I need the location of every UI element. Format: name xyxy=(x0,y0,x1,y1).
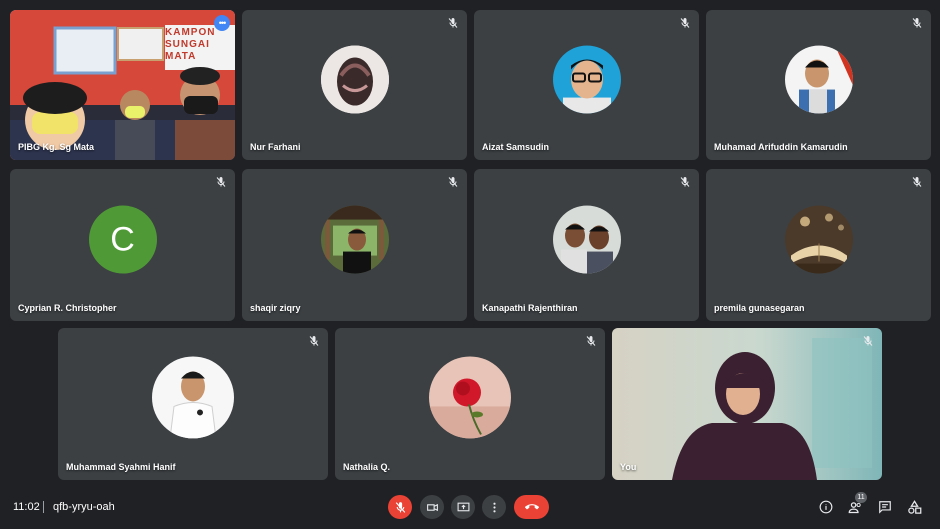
activities-button[interactable] xyxy=(906,499,922,515)
participant-name: Muhamad Arifuddin Kamarudin xyxy=(714,142,848,152)
participant-name: Nathalia Q. xyxy=(343,462,391,472)
participant-name: shaqir ziqry xyxy=(250,303,301,313)
mic-off-icon xyxy=(912,18,922,28)
sign-text: KAMPON SUNGAI MATA xyxy=(165,27,216,62)
avatar xyxy=(784,45,853,114)
mic-off-icon xyxy=(680,18,690,28)
participant-name: Nur Farhani xyxy=(250,142,301,152)
avatar xyxy=(552,45,621,114)
mic-off-icon xyxy=(863,336,873,346)
camera-toggle-button[interactable] xyxy=(420,495,444,519)
more-vert-icon xyxy=(492,502,496,512)
participant-tile-shaqir[interactable]: shaqir ziqry xyxy=(242,169,467,321)
self-video xyxy=(612,328,882,480)
meeting-details-button[interactable] xyxy=(818,499,834,515)
participant-tile-aizat[interactable]: Aizat Samsudin xyxy=(474,10,699,160)
avatar xyxy=(429,356,511,439)
meeting-time: 11:02 xyxy=(13,501,40,513)
participant-name: Cyprian R. Christopher xyxy=(18,303,117,313)
call-end-icon xyxy=(524,504,539,510)
avatar xyxy=(320,45,389,114)
divider xyxy=(43,501,44,513)
info-icon xyxy=(819,500,833,514)
participant-tile-self[interactable]: You xyxy=(612,328,882,480)
participant-name: Aizat Samsudin xyxy=(482,142,550,152)
participant-name: PIBG Kg. Sg Mata xyxy=(18,142,95,152)
meeting-code: qfb-yryu-oah xyxy=(53,501,115,513)
chat-icon xyxy=(879,501,891,514)
mic-off-icon xyxy=(395,501,405,513)
mic-off-icon xyxy=(680,177,690,187)
avatar xyxy=(320,205,389,274)
camera-icon xyxy=(426,503,438,511)
end-call-button[interactable] xyxy=(514,495,549,519)
mic-off-icon xyxy=(912,177,922,187)
mic-off-icon xyxy=(586,336,596,346)
participant-tile-syahmi[interactable]: Muhammad Syahmi Hanif xyxy=(58,328,328,480)
participant-tile-pibg[interactable]: KAMPON SUNGAI MATA ••• PIBG Kg. Sg Mata xyxy=(10,10,235,160)
control-bar: 11:02 qfb-yryu-oah 11 xyxy=(0,483,940,529)
avatar xyxy=(552,205,621,274)
participant-name: You xyxy=(620,462,637,472)
mic-off-icon xyxy=(448,18,458,28)
mic-off-icon xyxy=(216,177,226,187)
participant-tile-premila[interactable]: premila gunasegaran xyxy=(706,169,931,321)
activities-icon xyxy=(907,499,921,514)
participant-name: Kanapathi Rajenthiran xyxy=(482,303,578,313)
mic-off-icon xyxy=(448,177,458,187)
present-button[interactable] xyxy=(451,495,475,519)
mic-toggle-button[interactable] xyxy=(388,495,412,519)
avatar xyxy=(784,205,853,274)
participant-tile-nathalia[interactable]: Nathalia Q. xyxy=(335,328,605,480)
participant-tile-cyprian[interactable]: C Cyprian R. Christopher xyxy=(10,169,235,321)
participant-tile-nur-farhani[interactable]: Nur Farhani xyxy=(242,10,467,160)
chat-button[interactable] xyxy=(877,499,893,515)
participant-count-badge: 11 xyxy=(855,492,867,503)
participant-tile-arifuddin[interactable]: Muhamad Arifuddin Kamarudin xyxy=(706,10,931,160)
avatar-letter: C xyxy=(88,205,157,274)
more-options-button[interactable]: ••• xyxy=(214,15,230,31)
participant-name: premila gunasegaran xyxy=(714,303,805,313)
mic-off-icon xyxy=(309,336,319,346)
present-screen-icon xyxy=(457,502,469,511)
participant-tile-kanapathi[interactable]: Kanapathi Rajenthiran xyxy=(474,169,699,321)
more-options-button[interactable] xyxy=(482,495,506,519)
avatar xyxy=(152,356,234,439)
participant-name: Muhammad Syahmi Hanif xyxy=(66,462,176,472)
